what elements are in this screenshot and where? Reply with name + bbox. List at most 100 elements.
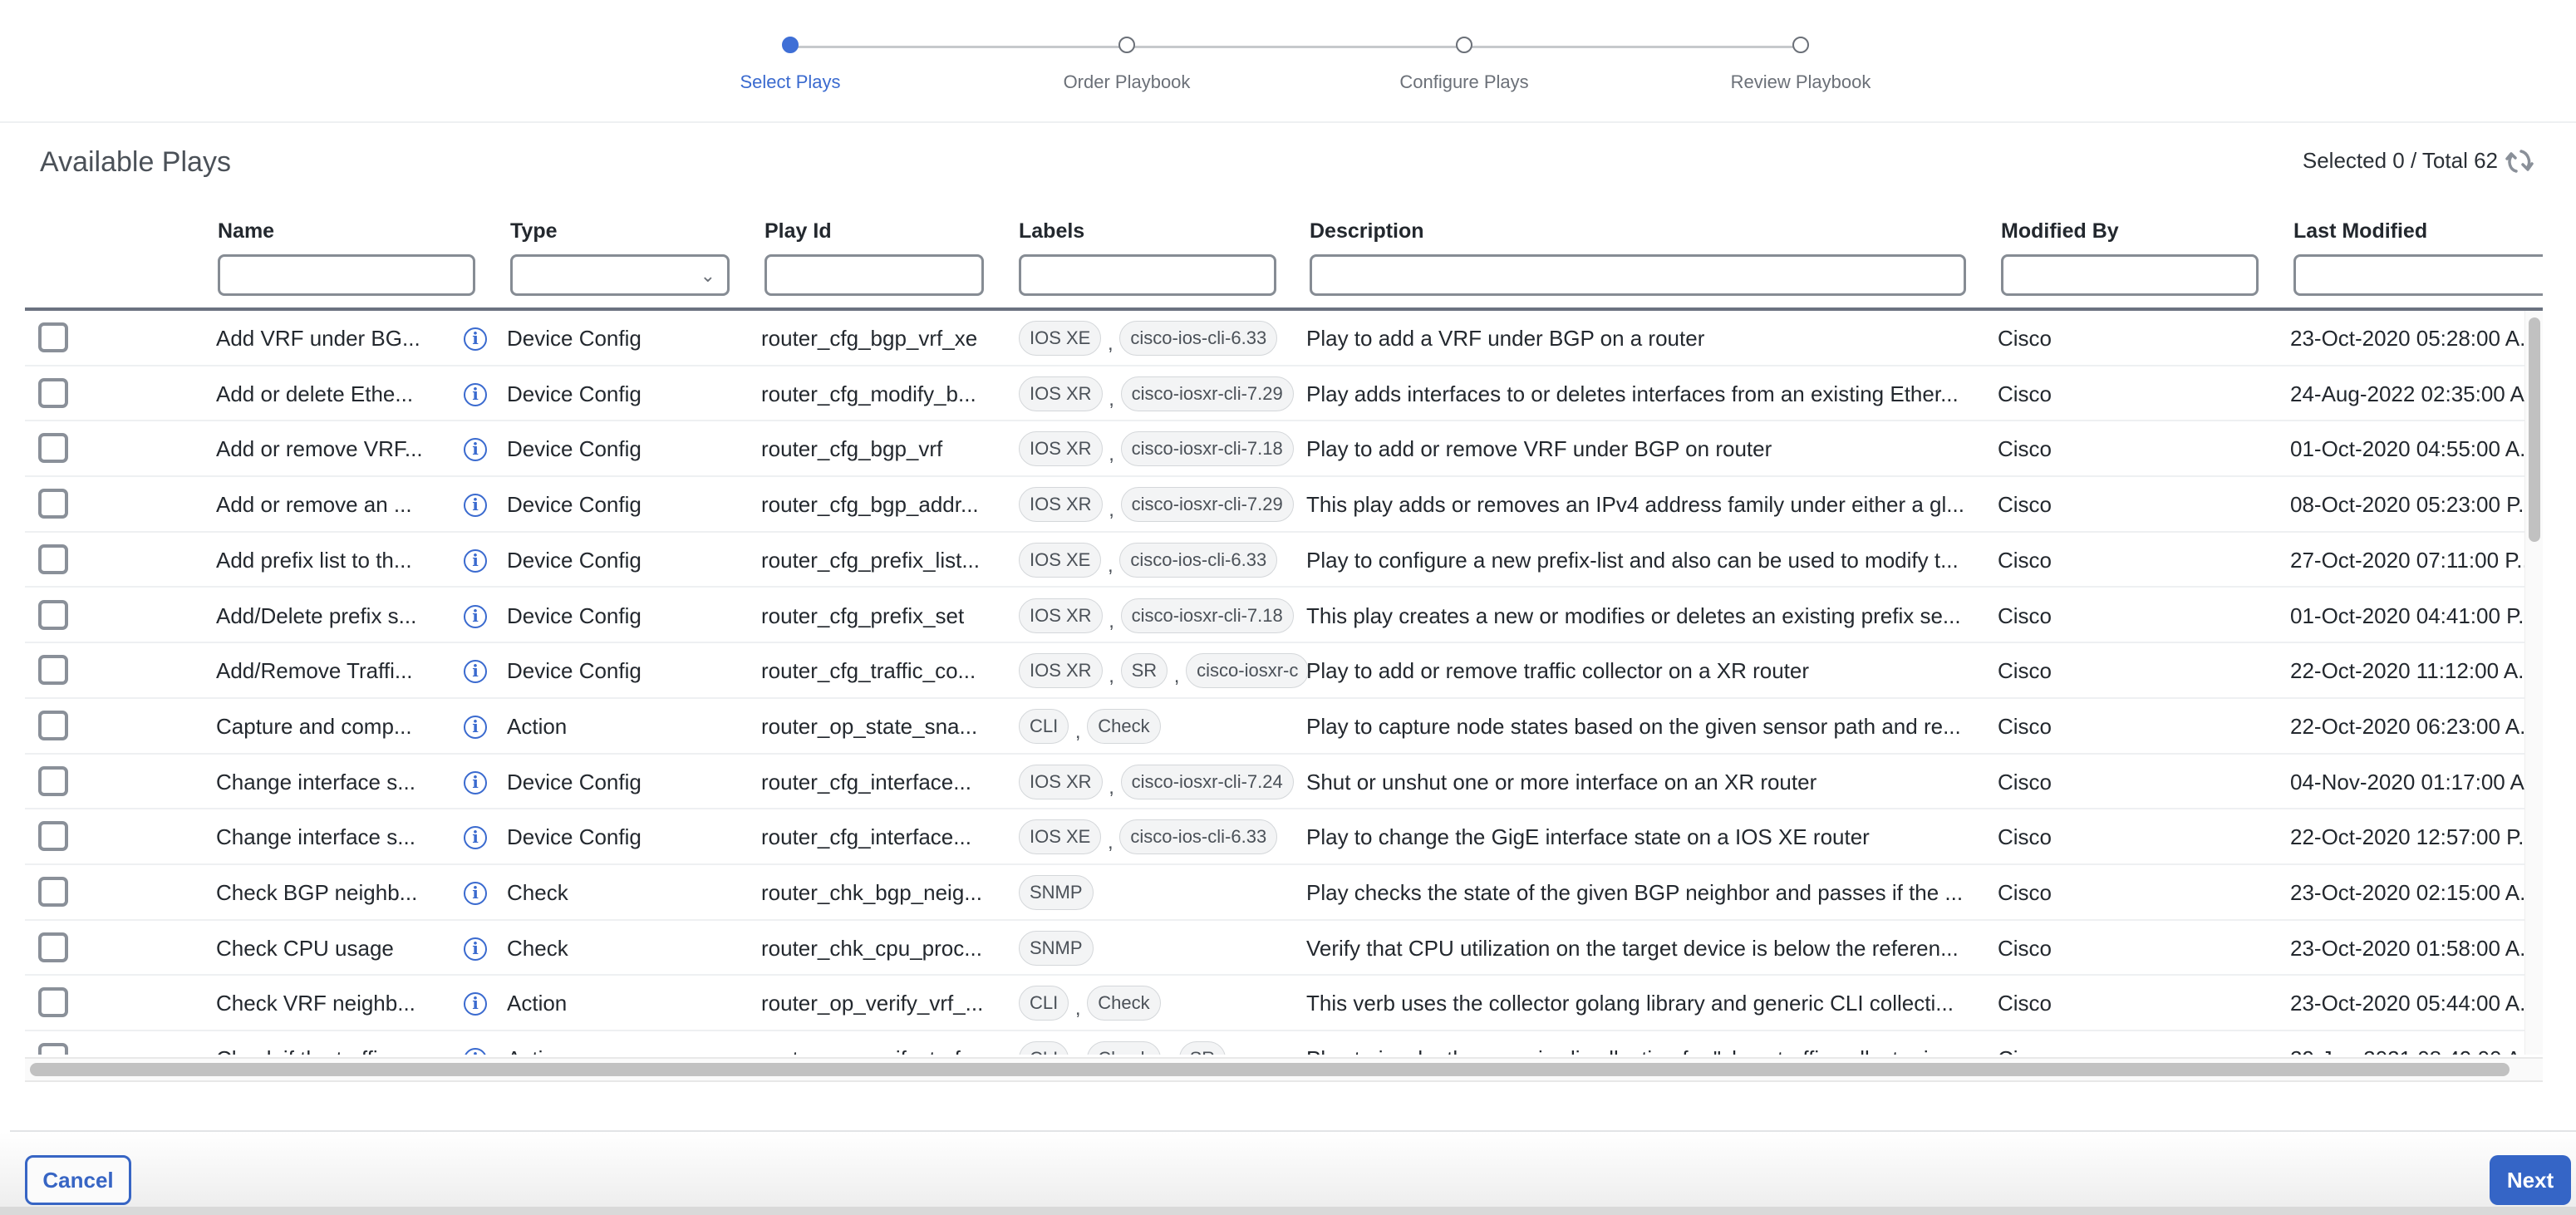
footer: Cancel Next (0, 1132, 2576, 1215)
section-title: Available Plays (40, 146, 231, 178)
play-labels: SNMP (1019, 927, 1318, 969)
info-icon[interactable]: i (464, 937, 487, 961)
play-modified-by: Cisco (1998, 326, 2052, 351)
label-separator: , (1109, 665, 1114, 688)
column-header-modified-by[interactable]: Modified By (2001, 219, 2259, 248)
refresh-icon (2505, 150, 2534, 173)
play-last-modified: 24-Aug-2022 02:35:00 A... (2290, 381, 2531, 406)
last-modified-filter-input[interactable] (2293, 254, 2543, 296)
column-header-description[interactable]: Description (1310, 219, 1966, 248)
play-description: This play adds or removes an IPv4 addres… (1306, 492, 1964, 518)
info-icon[interactable]: i (464, 548, 487, 573)
info-icon[interactable]: i (464, 770, 487, 794)
labels-filter-input[interactable] (1019, 254, 1276, 296)
description-filter-input[interactable] (1310, 254, 1966, 296)
play-labels: IOS XR, cisco-iosxr-cli-7.29 (1019, 373, 1318, 415)
play-last-modified: 29-Jan-2021 08:49:00 A... (2290, 1031, 2531, 1055)
modified-by-filter-input[interactable] (2001, 254, 2259, 296)
table-row[interactable]: Check if the traffic ... i Actionrouter_op… (25, 1031, 2543, 1055)
table-row[interactable]: Check VRF neighb... i Action router_op_veri… (25, 976, 2543, 1032)
info-icon[interactable]: i (464, 438, 487, 462)
play-id: router_cfg_prefix_set (761, 603, 965, 628)
table-row[interactable]: Add/Delete prefix s... i Device Config rout… (25, 588, 2543, 644)
table-row[interactable]: Add or remove VRF... i Device Config router… (25, 421, 2543, 478)
step-select-plays[interactable]: Select Plays (666, 37, 915, 93)
label-separator: , (1173, 665, 1180, 688)
cancel-button[interactable]: Cancel (25, 1155, 131, 1205)
column-type: Type ⌄ (510, 219, 730, 296)
row-checkbox[interactable] (38, 489, 68, 519)
vertical-scrollbar[interactable] (2524, 311, 2543, 1055)
horizontal-scrollbar-thumb[interactable] (30, 1063, 2510, 1076)
row-checkbox[interactable] (38, 821, 68, 852)
table-row[interactable]: Check CPU usage i Check router_chk_cpu_proc… (25, 921, 2543, 976)
label-chip: cisco-ios-cli-6.33 (1119, 321, 1278, 356)
row-checkbox[interactable] (38, 544, 68, 574)
table-row[interactable]: Add VRF under BG... i Device Config router_… (25, 311, 2543, 366)
play-labels: IOS XR, cisco-iosxr-cli-7.18 (1019, 428, 1318, 470)
row-checkbox[interactable] (38, 877, 68, 907)
play-labels: SNMP (1019, 872, 1318, 913)
info-icon[interactable]: i (464, 826, 487, 850)
column-header-last-modified[interactable]: Last Modified (2293, 219, 2543, 248)
label-chip: IOS XR (1019, 487, 1103, 523)
name-filter-input[interactable] (218, 254, 475, 296)
horizontal-scrollbar[interactable] (25, 1057, 2543, 1082)
table-row[interactable]: Add or remove an ... i Device Config router… (25, 477, 2543, 533)
row-checkbox[interactable] (38, 932, 68, 962)
vertical-scrollbar-thumb[interactable] (2529, 317, 2540, 542)
selection-counter: Selected 0 / Total 62 (2302, 148, 2498, 173)
row-checkbox[interactable] (38, 377, 68, 408)
play-id-filter-input[interactable] (764, 254, 984, 296)
label-chip: IOS XR (1019, 653, 1103, 689)
row-checkbox[interactable] (38, 710, 68, 740)
table-row[interactable]: Check BGP neighb... i Check router_chk_bgp_… (25, 865, 2543, 921)
play-id: router_cfg_bgp_vrf_xe (761, 326, 978, 351)
table-row[interactable]: Add prefix list to th... i Device Config ro… (25, 533, 2543, 588)
info-icon[interactable]: i (464, 327, 487, 351)
row-checkbox[interactable] (38, 599, 68, 630)
play-description: Play to capture node states based on the… (1306, 713, 1961, 739)
info-icon[interactable]: i (464, 715, 487, 739)
next-button[interactable]: Next (2490, 1155, 2571, 1205)
table-row[interactable]: Change interface s... i Device Config route… (25, 809, 2543, 865)
table-row[interactable]: Add/Remove Traffi... i Device Config router… (25, 643, 2543, 699)
info-icon[interactable]: i (464, 494, 487, 518)
label-chip: SNMP (1019, 875, 1094, 910)
column-header-labels[interactable]: Labels (1019, 219, 1276, 248)
row-checkbox[interactable] (38, 987, 68, 1018)
play-description: Play to change the GigE interface state … (1306, 824, 1870, 850)
play-type: Device Config (507, 492, 642, 518)
row-checkbox[interactable] (38, 433, 68, 464)
column-header-name[interactable]: Name (218, 219, 475, 248)
info-icon[interactable]: i (464, 382, 487, 406)
label-chip: cisco-iosxr-cli-7.18 (1120, 431, 1294, 467)
refresh-button[interactable] (2503, 146, 2536, 176)
type-filter-select[interactable]: ⌄ (510, 254, 730, 296)
row-checkbox[interactable] (38, 655, 68, 686)
play-last-modified: 22-Oct-2020 11:12:00 A... (2290, 658, 2531, 684)
label-chip: IOS XR (1019, 598, 1103, 633)
play-description: Play to add or remove VRF under BGP on r… (1306, 436, 1772, 462)
table-row[interactable]: Add or delete Ethe... i Device Config route… (25, 366, 2543, 422)
label-chip: SR (1178, 1041, 1227, 1055)
row-checkbox[interactable] (38, 322, 68, 352)
table-row[interactable]: Capture and comp... i Action router_op_stat… (25, 699, 2543, 755)
row-checkbox[interactable] (38, 1043, 68, 1055)
column-header-type[interactable]: Type (510, 219, 730, 248)
play-last-modified: 08-Oct-2020 05:23:00 P... (2290, 492, 2531, 518)
label-separator: , (1074, 720, 1081, 743)
info-icon[interactable]: i (464, 882, 487, 905)
info-icon[interactable]: i (464, 604, 487, 628)
play-labels: IOS XR, cisco-iosxr-cli-7.24 (1019, 761, 1318, 803)
row-checkbox[interactable] (38, 765, 68, 796)
info-icon[interactable]: i (464, 1048, 487, 1055)
step-order-playbook[interactable]: Order Playbook (1002, 37, 1251, 93)
step-review-playbook[interactable]: Review Playbook (1676, 37, 1925, 93)
column-header-play-id[interactable]: Play Id (764, 219, 984, 248)
step-configure-plays[interactable]: Configure Plays (1340, 37, 1589, 93)
play-last-modified: 04-Nov-2020 01:17:00 A... (2290, 769, 2531, 794)
info-icon[interactable]: i (464, 660, 487, 684)
info-icon[interactable]: i (464, 992, 487, 1016)
table-row[interactable]: Change interface s... i Device Config route… (25, 755, 2543, 810)
